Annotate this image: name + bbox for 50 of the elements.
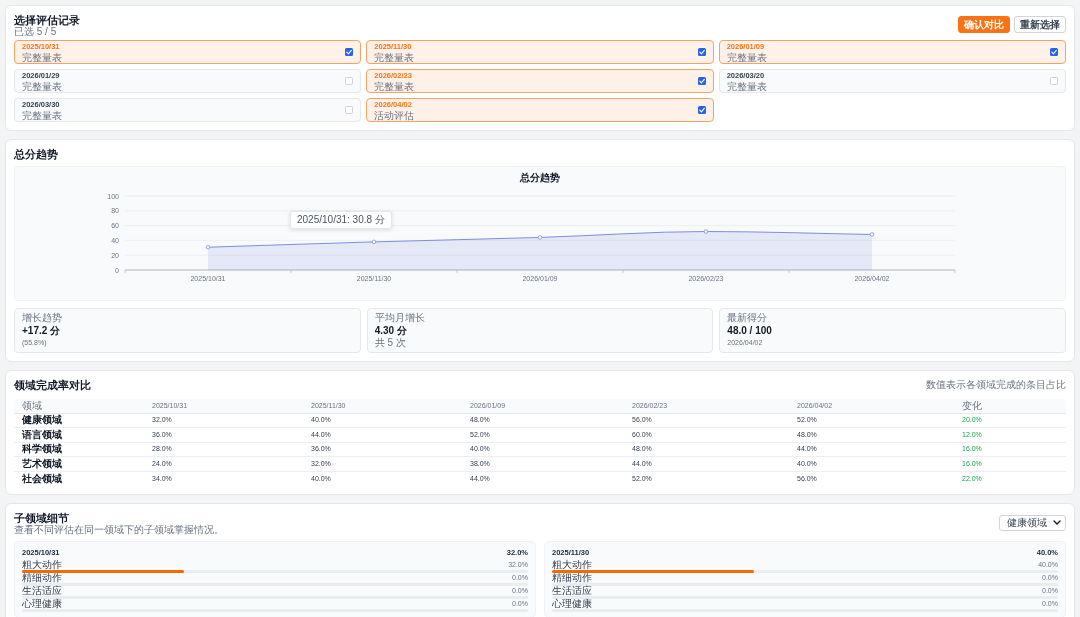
stat-value: 4.30 分 [374,324,407,337]
section-title: 总分趋势 [14,148,58,160]
table-cell: 艺术领域 [14,456,144,471]
record-type: 完整量表 [726,51,767,63]
table-note: 数值表示各领域完成的条目占比 [926,379,1066,391]
data-point [537,235,543,240]
stat-label: 增长趋势 [22,312,62,324]
stat-label: 最新得分 [727,312,768,324]
subdomain-label: 心理健康 [22,598,62,609]
table-cell: 语言领域 [14,427,144,442]
data-point [703,229,709,234]
table-cell: 健康领域 [14,413,144,428]
checkbox[interactable] [345,77,354,85]
table-cell: 科学领域 [14,442,144,457]
column-header: 领域 [14,399,144,413]
checkbox[interactable] [1050,77,1058,85]
subdomain-label: 心理健康 [552,598,592,609]
selection-count: 已选 5 / 5 [14,26,57,37]
data-point [869,232,875,237]
confirm-button[interactable]: 确认对比 [958,16,1010,33]
data-point [371,239,377,245]
record-type: 完整量表 [22,80,62,92]
subdomain-label: 生活适应 [552,585,592,596]
record-type: 完整量表 [726,80,767,92]
subdomain-label: 精细动作 [22,572,62,583]
domain-dropdown[interactable]: 健康领域 [999,514,1066,531]
table-cell: 社会领域 [14,471,144,486]
record-type: 活动评估 [374,109,415,121]
chevron-down-icon [1053,520,1061,525]
stat-note: 共 5 次 [374,337,406,348]
record-type: 完整量表 [22,51,62,63]
checkbox[interactable] [345,106,354,114]
record-type: 完整量表 [22,109,62,121]
section-title: 子领域细节 [14,511,69,524]
chart-title: 总分趋势 [520,172,560,184]
stat-value: +17.2 分 [22,324,61,337]
section-title: 领域完成率对比 [14,379,91,391]
section-description: 查看不同评估在同一领域下的子领域掌握情况。 [14,523,224,535]
column-header: 变化 [954,399,1066,413]
stat-label: 平均月增长 [374,312,425,324]
subdomain-label: 精细动作 [552,572,592,583]
record-type: 完整量表 [374,80,415,92]
reset-button[interactable]: 重新选择 [1014,16,1066,33]
section-title: 选择评估记录 [14,14,80,26]
subdomain-label: 粗大动作 [552,559,592,570]
record-type: 完整量表 [374,51,415,63]
stat-value: 48.0 / 100 [727,324,772,337]
subdomain-label: 生活适应 [22,585,62,596]
data-point [205,245,211,250]
subdomain-label: 粗大动作 [22,559,62,570]
